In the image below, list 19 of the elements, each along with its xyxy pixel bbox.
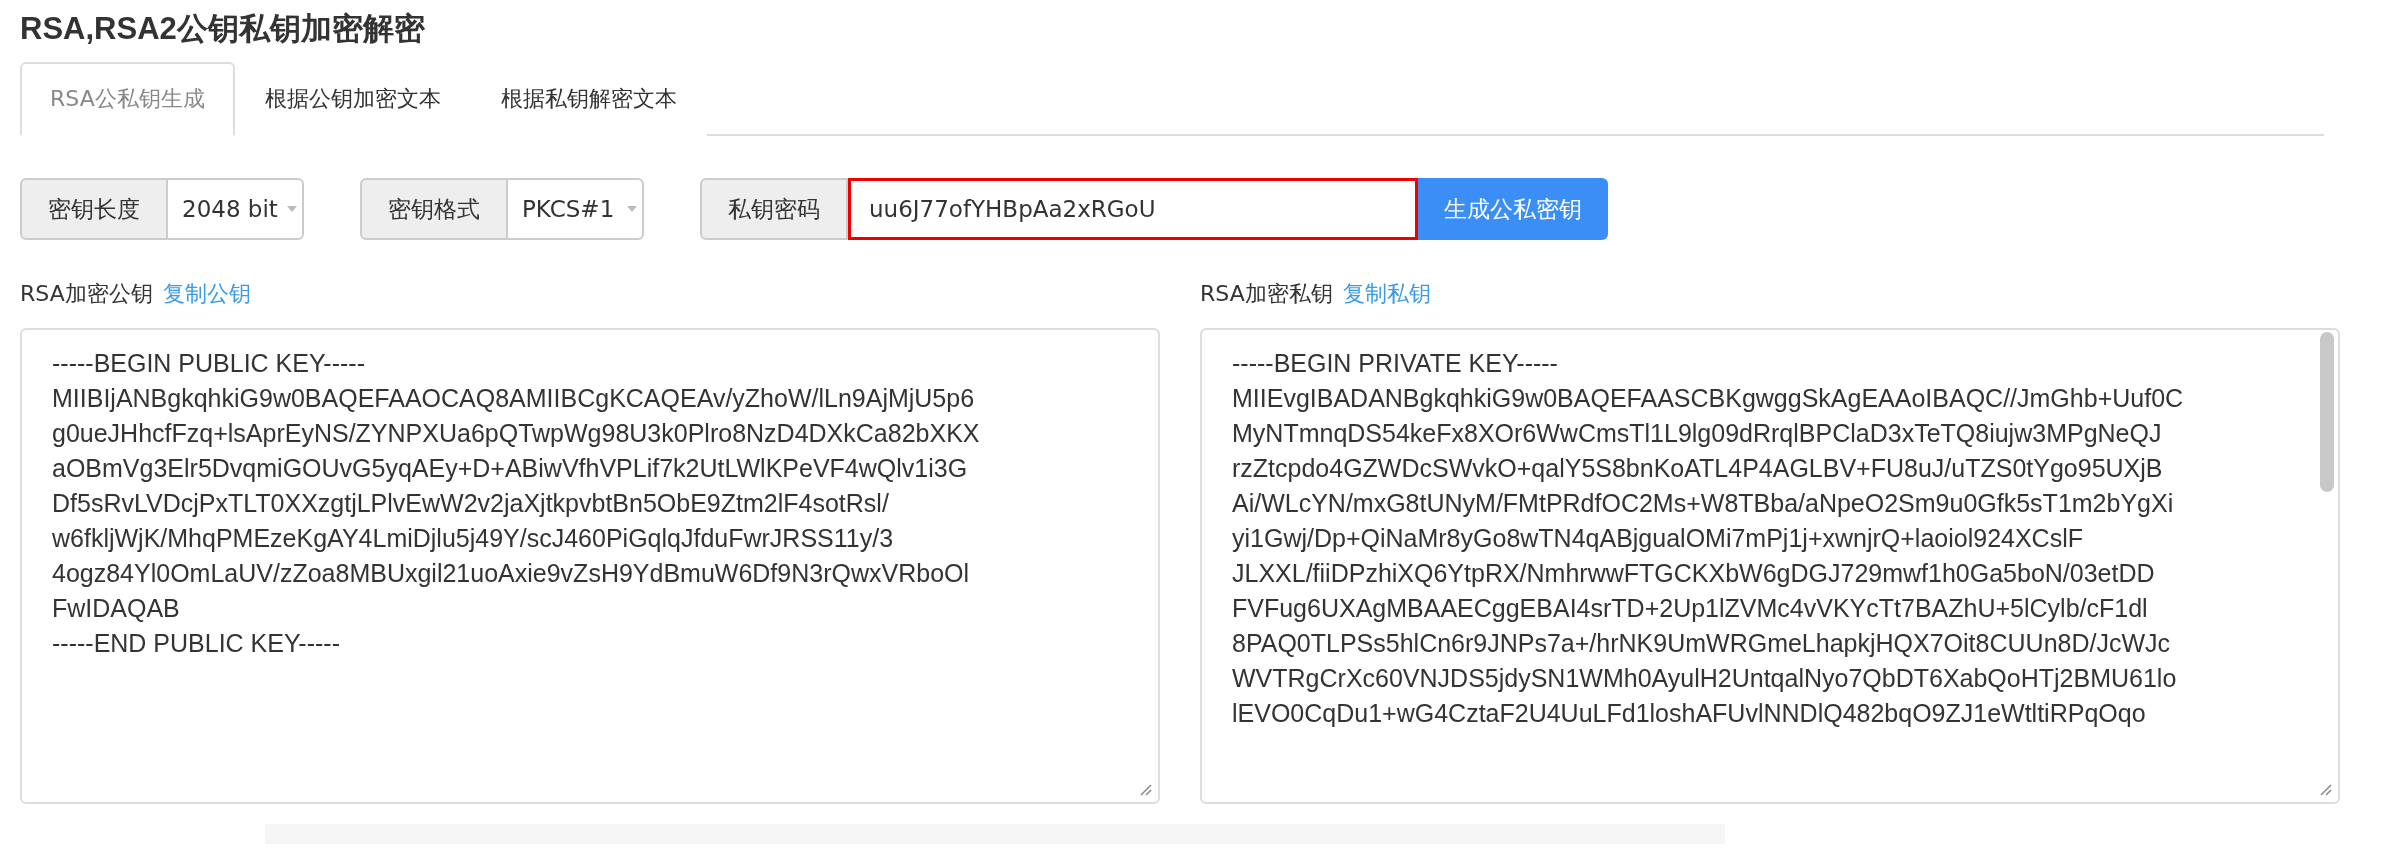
panel-heading: RSA加密私钥 bbox=[1200, 280, 1333, 308]
key-textarea[interactable] bbox=[20, 328, 1160, 804]
tab[interactable]: RSA公私钥生成 bbox=[20, 62, 235, 136]
field-label: 密钥长度 bbox=[20, 178, 168, 240]
page-title: RSA,RSA2公钥私钥加密解密 bbox=[20, 10, 426, 48]
select-field[interactable]: 2048 bit bbox=[168, 178, 304, 240]
panel-heading: RSA加密公钥 bbox=[20, 280, 153, 308]
scrollbar-thumb[interactable] bbox=[2320, 332, 2334, 492]
resize-grip-icon[interactable] bbox=[2318, 782, 2332, 796]
password-field[interactable]: uu6J77ofYHBpAa2xRGoU bbox=[848, 178, 1418, 240]
field-label: 密钥格式 bbox=[360, 178, 508, 240]
resize-grip-icon[interactable] bbox=[1138, 782, 1152, 796]
key-textarea[interactable] bbox=[1200, 328, 2340, 804]
caret-icon bbox=[626, 205, 638, 213]
caret-icon bbox=[286, 205, 298, 213]
select-field[interactable]: PKCS#1 bbox=[508, 178, 644, 240]
key-text: -----BEGIN PRIVATE KEY----- MIIEvgIBADANBgkqhkiG9w0BAQEFAASCBKgwggSkAgEAAoIBAQC//JmGhb+Uuf0C MyNTmnqDS54keFx8XOr6WwCmsTl1L9lg09dRrqlBPClaD3xTeTQ8iujw3MPgNeQJ rzZtcpdo4GZWDcSWvkO+qalY5S8bnKoATL4P4AGLBV+FU8uJ/uTZS0tYgo95UXjB Ai/WLcYN/mxG8tUNyM/FMtPRdfOC2Ms+W8TBba/aNpeO2Sm9u0Gfk5sT1m2bYgXi yi1Gwj/Dp+QiNaMr8yGo8wTN4qABjgualOMi7mPj1j+xwnjrQ+laoiol924XCslF JLXXL/fiiDPzhiXQ6YtpRX/NmhrwwFTGCKXbW6gDGJ729mwf1h0Ga5boN/03etDD FVFug6UXAgMBAAECggEBAI4srTD+2Up1lZVMc4vVKYcTt7BAZhU+5lCylb/cF1dl 8PAQ0TLPSs5hlCn6r9JNPs7a+/hrNK9UmWRGmeLhapkjHQX7Oit8CUUn8D/JcWJc WVTRgCrXc60VNJDS5jdySN1WMh0AyulH2UntqalNyo7QbDT6XabQoHTj2BMU61lo lEVO0CqDu1+wG4CztaF2U4UuLFd1loshAFUvlNNDlQ482bqO9ZJ1eWtltiRPqOqo bbox=[1232, 348, 2184, 729]
field-label: 私钥密码 bbox=[700, 178, 848, 240]
key-text: -----BEGIN PUBLIC KEY----- MIIBIjANBgkqhkiG9w0BAQEFAAOCAQ8AMIIBCgKCAQEAv/yZhoW/lLn9AjMjU5p6 g0ueJHhcfFzq+lsAprEyNS/ZYNPXUa6pQTwpWg98U3k0Plro8NzD4DXkCa82bXKX aOBmVg3Elr5DvqmiGOUvG5yqAEy+D+ABiwVfhVPLif7k2UtLWlKPeVF4wQlv1i3G Df5sRvLVDcjPxTLT0XXzgtjLPlvEwW2v2jaXjtkpvbtBn5ObE9Ztm2lF4sotRsl/ w6fkljWjK/MhqPMEzeKgAY4LmiDjlu5j49Y/scJ460PiGqlqJfduFwrJRSS11y/3 4ogz84Yl0OmLaUV/zZoa8MBUxgil21uoAxie9vZsH9YdBmuW6Df9N3rQwxVRboOl FwIDAQAB -----END PUBLIC KEY----- bbox=[52, 348, 980, 659]
